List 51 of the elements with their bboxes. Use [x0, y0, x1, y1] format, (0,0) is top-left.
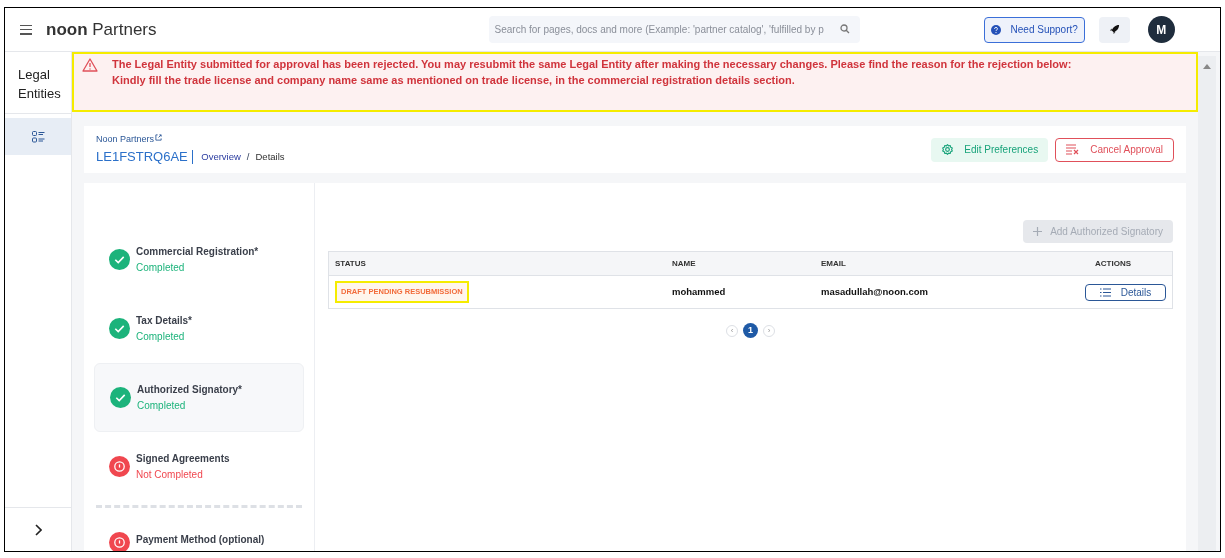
warning-icon [82, 58, 98, 72]
help-icon [990, 24, 1001, 35]
logo[interactable]: noon Partners [46, 16, 157, 43]
column-header: ACTIONS [1094, 257, 1132, 270]
gear-icon [941, 143, 955, 156]
list-icon [1099, 287, 1111, 297]
column-header: STATUS [335, 257, 367, 270]
sidebar-item[interactable] [5, 118, 71, 155]
check-circle-icon [109, 249, 130, 270]
step-status: Completed [136, 330, 186, 344]
list-icon [31, 130, 45, 143]
step-title: Payment Method (optional) [136, 533, 265, 547]
parent-link[interactable]: Noon Partners [96, 132, 155, 146]
plus-icon [1033, 227, 1043, 236]
step-title: Signed Agreements [136, 452, 230, 466]
step-title: Authorized Signatory* [137, 383, 242, 397]
search-field[interactable]: Search for pages, docs and more (Example: 'partner catalog', 'fulfilled by p [488, 16, 860, 43]
user-avatar[interactable]: M [1147, 16, 1175, 43]
check-circle-icon [110, 387, 131, 408]
step-item[interactable]: Authorized Signatory* Completed [94, 363, 304, 432]
step-status: Completed [137, 399, 187, 413]
menu-icon[interactable] [20, 24, 32, 35]
column-header: EMAIL [821, 257, 847, 270]
entity-id: LE1FSTRQ6AE [96, 148, 189, 166]
rocket-icon [1108, 24, 1120, 35]
rejection-reason: Kindly fill the trade license and company name same as mentioned on trade license, in the commercial registration details section. [112, 72, 796, 88]
need-support-button[interactable]: Need Support? [983, 16, 1085, 43]
alert-circle-icon [109, 456, 130, 477]
check-circle-icon [109, 318, 130, 339]
breadcrumb-link[interactable]: Details [255, 149, 285, 164]
cancel-approval-button[interactable]: Cancel Approval [1055, 137, 1174, 162]
details-button[interactable]: Details [1085, 283, 1166, 301]
scrollbar[interactable] [1198, 56, 1216, 551]
column-header: NAME [672, 257, 697, 270]
breadcrumb-separator: / [246, 149, 250, 164]
breadcrumb-link[interactable]: Overview [201, 149, 241, 164]
rocket-button[interactable] [1098, 16, 1130, 43]
expand-chevron-icon[interactable] [34, 523, 42, 536]
step-title: Tax Details* [136, 314, 192, 328]
page-button[interactable]: 1 [743, 323, 758, 338]
scroll-up-icon[interactable] [1203, 64, 1211, 69]
sidebar-title: Legal Entities [5, 52, 71, 114]
step-title: Commercial Registration* [136, 245, 259, 259]
alert-message: The Legal Entity submitted for approval has been rejected. You may resubmit the same Legal Entity after making the necessary changes. Please find the reason for the rejection below: [112, 57, 1073, 72]
step-status: Completed [136, 261, 186, 275]
external-link-icon [155, 134, 163, 142]
list-cancel-icon [1066, 144, 1081, 155]
search-icon[interactable] [839, 24, 850, 34]
table-cell-text: mohammed [672, 284, 727, 299]
table-cell-text: masadullah@noon.com [821, 284, 929, 299]
step-status: Not Completed [136, 468, 204, 482]
